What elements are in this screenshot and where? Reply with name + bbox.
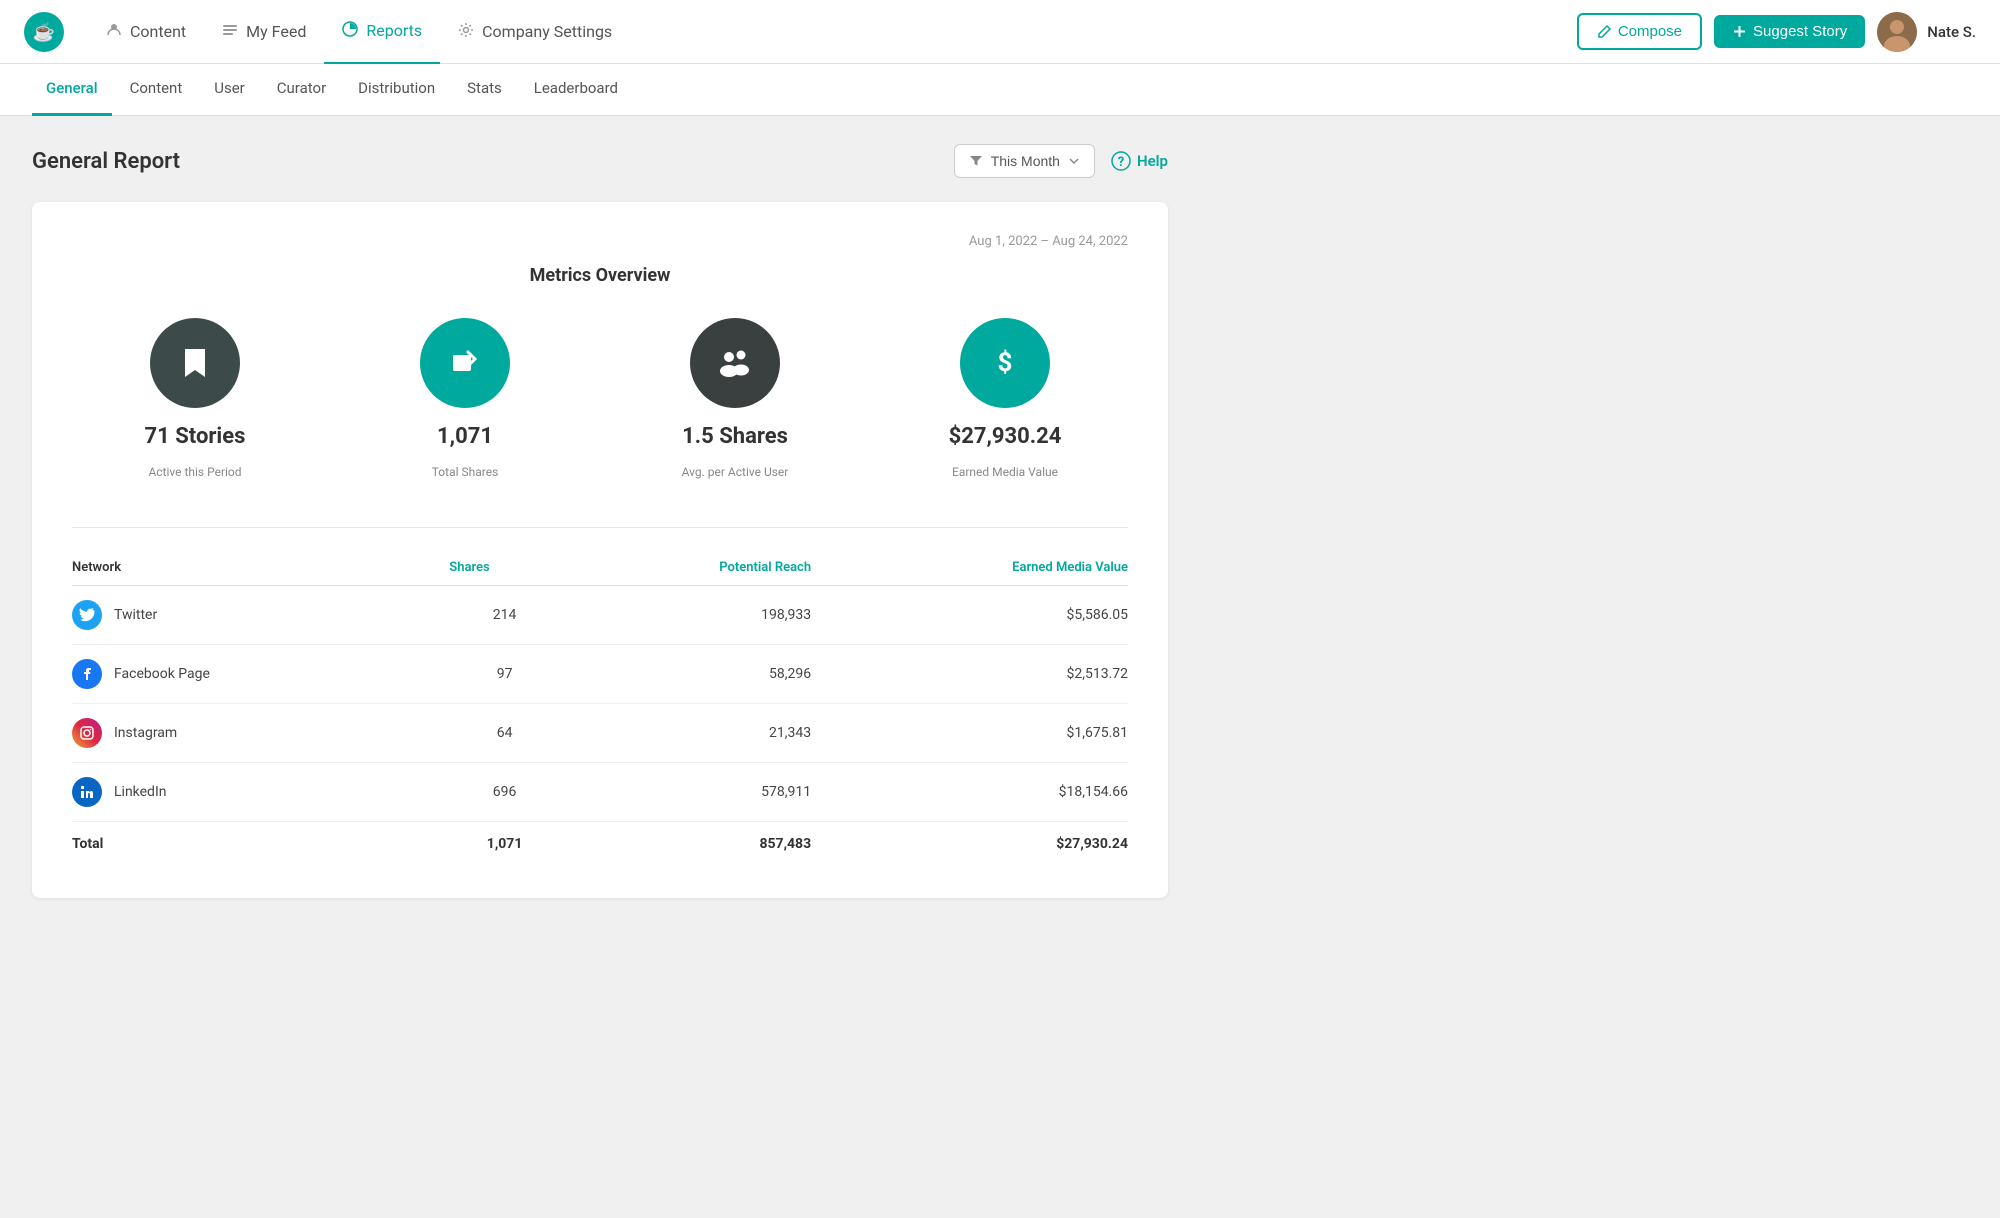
facebook-emv: $2,513.72 [811,645,1128,704]
page-header: General Report This Month ? Help [32,144,1168,178]
table-row-facebook: Facebook Page 97 58,296 $2,513.72 [72,645,1128,704]
main-content: General Report This Month ? Help Aug 1, … [0,116,1200,926]
col-emv: Earned Media Value [811,560,1128,586]
total-shares: 1,071 [449,822,560,867]
chevron-down-icon [1068,155,1080,167]
table-row-total: Total 1,071 857,483 $27,930.24 [72,822,1128,867]
reports-icon [342,21,358,41]
nav-item-company-settings[interactable]: Company Settings [440,0,630,64]
svg-text:$: $ [998,348,1013,378]
linkedin-icon [72,777,102,807]
metric-value-avg: 1.5 Shares [682,424,788,449]
facebook-reach: 58,296 [560,645,811,704]
metric-avg-shares: 1.5 Shares Avg. per Active User [612,318,858,479]
header-right: This Month ? Help [954,144,1168,178]
metric-emv: $ $27,930.24 Earned Media Value [882,318,1128,479]
network-table: Network Shares Potential Reach Earned Me… [72,560,1128,866]
col-network: Network [72,560,449,586]
user-name: Nate S. [1927,23,1976,41]
facebook-icon [72,659,102,689]
metric-circle-shares [420,318,510,408]
network-facebook: Facebook Page [72,645,449,704]
linkedin-emv: $18,154.66 [811,763,1128,822]
metric-value-emv: $27,930.24 [949,424,1062,449]
compose-icon [1597,24,1612,39]
linkedin-shares: 696 [449,763,560,822]
report-card: Aug 1, 2022 – Aug 24, 2022 Metrics Overv… [32,202,1168,898]
metric-stories: 71 Stories Active this Period [72,318,318,479]
subnav-item-leaderboard[interactable]: Leaderboard [520,64,632,116]
sub-navigation: General Content User Curator Distributio… [0,64,2000,116]
network-twitter: Twitter [72,586,449,645]
metric-value-shares: 1,071 [437,424,493,449]
metrics-title: Metrics Overview [72,265,1128,286]
nav-item-reports[interactable]: Reports [324,0,440,64]
network-instagram: Instagram [72,704,449,763]
settings-icon [458,22,474,42]
users-icon [713,341,757,385]
subnav-item-content[interactable]: Content [116,64,197,116]
date-range: Aug 1, 2022 – Aug 24, 2022 [72,234,1128,249]
nav-item-myfeed[interactable]: My Feed [204,0,324,64]
logo[interactable]: ☕ [24,12,64,52]
table-row-instagram: Instagram 64 21,343 $1,675.81 [72,704,1128,763]
metric-label-stories: Active this Period [148,465,241,479]
help-link[interactable]: ? Help [1111,151,1168,171]
metric-label-avg: Avg. per Active User [682,465,789,479]
twitter-reach: 198,933 [560,586,811,645]
nav-links: Content My Feed Reports Company Settings [88,0,1569,64]
nav-item-content[interactable]: Content [88,0,204,64]
top-navigation: ☕ Content My Feed Reports Company Set [0,0,2000,64]
subnav-item-curator[interactable]: Curator [263,64,340,116]
twitter-shares: 214 [449,586,560,645]
col-reach: Potential Reach [560,560,811,586]
linkedin-reach: 578,911 [560,763,811,822]
page-title: General Report [32,149,180,174]
content-icon [106,22,122,42]
instagram-emv: $1,675.81 [811,704,1128,763]
app-logo-icon: ☕ [24,12,64,52]
metric-label-emv: Earned Media Value [952,465,1058,479]
metric-circle-emv: $ [960,318,1050,408]
suggest-story-button[interactable]: Suggest Story [1714,15,1865,48]
filter-icon [969,154,983,168]
metric-circle-avg [690,318,780,408]
dollar-icon: $ [985,343,1025,383]
facebook-shares: 97 [449,645,560,704]
divider [72,527,1128,528]
bookmark-icon [175,343,215,383]
col-shares: Shares [449,560,560,586]
metric-total-shares: 1,071 Total Shares [342,318,588,479]
plus-icon [1732,24,1747,39]
user-menu[interactable]: Nate S. [1877,12,1976,52]
subnav-item-distribution[interactable]: Distribution [344,64,449,116]
metric-circle-stories [150,318,240,408]
instagram-icon [72,718,102,748]
twitter-emv: $5,586.05 [811,586,1128,645]
subnav-item-user[interactable]: User [200,64,259,116]
nav-actions: Compose Suggest Story Nate S. [1577,12,1976,52]
help-icon: ? [1111,151,1131,171]
network-linkedin: LinkedIn [72,763,449,822]
total-reach: 857,483 [560,822,811,867]
metric-label-shares: Total Shares [432,465,499,479]
myfeed-icon [222,22,238,42]
subnav-item-stats[interactable]: Stats [453,64,516,116]
svg-text:☕: ☕ [33,21,55,43]
compose-button[interactable]: Compose [1577,13,1702,50]
subnav-item-general[interactable]: General [32,64,112,116]
instagram-reach: 21,343 [560,704,811,763]
metric-value-stories: 71 Stories [145,424,246,449]
metrics-grid: 71 Stories Active this Period 1,071 Tota… [72,318,1128,479]
svg-text:?: ? [1118,155,1124,170]
instagram-shares: 64 [449,704,560,763]
filter-button[interactable]: This Month [954,144,1095,178]
total-emv: $27,930.24 [811,822,1128,867]
total-label: Total [72,822,449,867]
avatar [1877,12,1917,52]
twitter-icon [72,600,102,630]
share-icon [445,343,485,383]
table-row-linkedin: LinkedIn 696 578,911 $18,154.66 [72,763,1128,822]
table-row-twitter: Twitter 214 198,933 $5,586.05 [72,586,1128,645]
